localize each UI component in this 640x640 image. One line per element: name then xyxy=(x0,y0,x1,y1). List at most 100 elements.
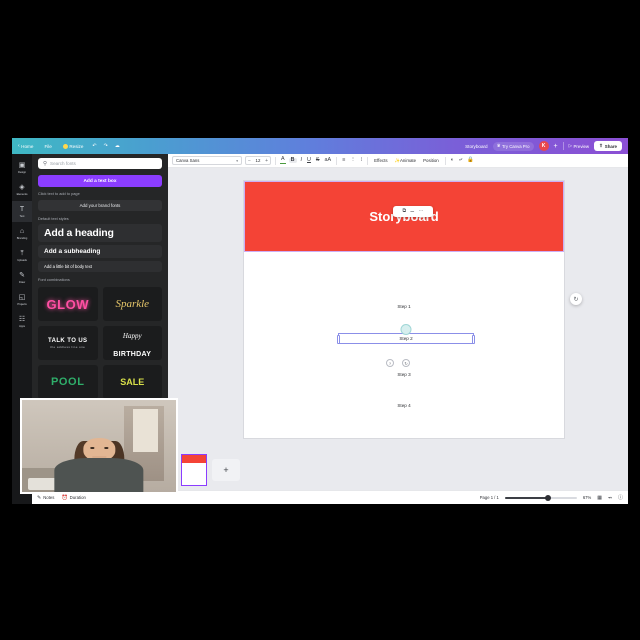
zoom-level-value: 67% xyxy=(582,495,592,500)
home-button[interactable]: ‹ Home xyxy=(16,143,35,150)
font-size-stepper[interactable]: − 12 + xyxy=(245,156,271,165)
zoom-slider-knob[interactable] xyxy=(545,494,552,501)
step-3-label[interactable]: Step 3 xyxy=(244,372,564,377)
add-page-button[interactable]: + xyxy=(212,459,240,481)
avatar[interactable]: K xyxy=(538,141,549,151)
cloud-saved-icon[interactable]: ☁ xyxy=(115,143,120,149)
font-combo-pool[interactable]: POOL xyxy=(38,365,98,399)
crown-icon: ♛ xyxy=(496,143,501,148)
strikethrough-button[interactable]: S xyxy=(315,157,321,163)
share-icon: ⇧ xyxy=(599,143,603,148)
sidebar-item-branding[interactable]: ⌂ Branding xyxy=(12,223,32,244)
sidebar-item-draw[interactable]: ✎ Draw xyxy=(12,267,32,288)
resize-button[interactable]: Resize xyxy=(61,143,86,150)
font-family-value: Canva Sans xyxy=(176,158,200,163)
more-options-icon[interactable]: ⋯ xyxy=(419,209,424,214)
combo-text: SALE xyxy=(120,377,145,387)
home-label: Home xyxy=(21,143,34,149)
projects-icon: ◱ xyxy=(18,293,26,301)
selected-text-element[interactable]: Step 2 xyxy=(337,324,475,344)
sidebar-item-label: Text xyxy=(19,213,25,218)
fullscreen-icon[interactable]: ⥇ xyxy=(608,495,612,501)
duplicate-icon[interactable]: ⧉ xyxy=(402,209,406,214)
font-combo-glow[interactable]: GLOW xyxy=(38,287,98,321)
avatar-initial: K xyxy=(541,143,546,149)
redo-icon[interactable]: ↷ xyxy=(104,143,108,149)
sidebar-item-uploads[interactable]: ⤒ Uploads xyxy=(12,245,32,266)
bold-button[interactable]: B xyxy=(288,157,297,164)
document-title[interactable]: Storyboard xyxy=(465,144,487,149)
play-icon: ▷ xyxy=(568,143,572,148)
canvas-stage[interactable]: Storyboard Step 1 ⧉ ⚊ ⋯ Step 2 ? ↻ Step … xyxy=(168,168,628,490)
sidebar-item-text[interactable]: T Text xyxy=(12,201,32,222)
help-icon[interactable]: ⓘ xyxy=(618,494,623,501)
increase-font-size-button[interactable]: + xyxy=(265,158,268,164)
combo-text: Sparkle xyxy=(115,298,150,310)
effects-button[interactable]: Effects xyxy=(372,158,389,163)
share-button[interactable]: ⇧ Share xyxy=(594,141,622,151)
font-combo-sparkle[interactable]: Sparkle xyxy=(102,287,162,321)
sidebar-item-elements[interactable]: ◈ Elements xyxy=(12,179,32,200)
webcam-overlay[interactable] xyxy=(20,398,178,494)
letter-case-icon[interactable]: aA xyxy=(324,157,333,163)
duration-button[interactable]: ⏰ Duration xyxy=(61,495,85,501)
element-context-toolbar[interactable]: ⧉ ⚊ ⋯ xyxy=(393,206,433,217)
rotate-page-handle-icon[interactable]: ↻ xyxy=(570,293,582,305)
font-size-value: 12 xyxy=(255,158,261,163)
font-combinations-grid: GLOW Sparkle TALK TO US the address line… xyxy=(38,287,162,399)
sidebar-item-label: Draw xyxy=(18,279,26,284)
sidebar-item-design[interactable]: ▣ Design xyxy=(12,157,32,178)
grid-view-icon[interactable]: ▦ xyxy=(597,495,602,501)
file-menu-button[interactable]: File xyxy=(42,143,53,150)
trash-icon[interactable]: ⚊ xyxy=(410,209,414,214)
bottom-bar-right-group: Page 1 / 1 67% ▦ ⥇ ⓘ xyxy=(480,494,623,501)
animate-button[interactable]: ✨Animate xyxy=(393,158,419,164)
transparency-icon[interactable]: ◐ xyxy=(450,157,455,163)
font-family-select[interactable]: Canva Sans ▾ xyxy=(172,156,242,165)
font-combo-talk-to-us[interactable]: TALK TO US the address line one xyxy=(38,326,98,360)
position-button[interactable]: Position xyxy=(421,158,441,163)
line-spacing-icon[interactable]: ⁞ xyxy=(360,157,364,163)
ghost-button-help[interactable]: ? xyxy=(386,359,394,367)
undo-icon[interactable]: ↶ xyxy=(92,143,96,149)
add-page-label: + xyxy=(223,465,229,475)
italic-button[interactable]: I xyxy=(300,157,304,163)
bullet-list-icon[interactable]: ⋮ xyxy=(349,157,356,163)
sidebar-item-apps[interactable]: ☷ Apps xyxy=(12,311,32,332)
combo-text: POOL xyxy=(50,376,85,388)
preview-button[interactable]: ▷ Preview xyxy=(569,143,590,149)
sidebar-item-label: Uploads xyxy=(17,257,27,262)
zoom-slider[interactable] xyxy=(504,494,577,501)
invite-members-button[interactable]: + xyxy=(554,143,558,150)
page-thumbnail-1[interactable] xyxy=(181,454,207,486)
add-brand-fonts-button[interactable]: Add your brand fonts xyxy=(38,200,162,211)
step-1-label[interactable]: Step 1 xyxy=(244,304,564,309)
copy-style-icon[interactable]: ⤶ xyxy=(458,157,463,163)
add-body-text-button[interactable]: Add a little bit of body text xyxy=(38,261,162,272)
font-combo-sale[interactable]: SALE xyxy=(102,365,162,399)
sidebar-item-projects[interactable]: ◱ Projects xyxy=(12,289,32,310)
decrease-font-size-button[interactable]: − xyxy=(248,158,251,164)
step-4-label[interactable]: Step 4 xyxy=(244,403,564,408)
animate-label: Animate xyxy=(399,157,417,163)
try-canva-pro-button[interactable]: ♛ Try Canva Pro xyxy=(492,141,534,151)
uploads-icon: ⤒ xyxy=(20,249,24,257)
search-input[interactable]: ⚲ Search fonts xyxy=(38,158,162,169)
font-combo-happy-birthday[interactable]: Happy BIRTHDAY xyxy=(102,326,162,360)
combo-block: BIRTHDAY xyxy=(113,351,152,358)
preview-label: Preview xyxy=(573,143,590,149)
zoom-slider-fill xyxy=(504,496,549,499)
text-color-icon[interactable]: A xyxy=(280,157,286,164)
design-page[interactable]: Storyboard Step 1 ⧉ ⚊ ⋯ Step 2 ? ↻ Step … xyxy=(244,181,582,438)
underline-button[interactable]: U xyxy=(306,157,312,163)
eye-left xyxy=(90,447,95,449)
ghost-button-refresh[interactable]: ↻ xyxy=(402,359,410,367)
align-icon[interactable]: ≡ xyxy=(341,157,346,163)
add-text-box-button[interactable]: Add a text box xyxy=(38,175,162,187)
combo-text: GLOW xyxy=(46,296,89,312)
lock-icon[interactable]: 🔒 xyxy=(466,157,475,163)
combo-text: TALK TO US the address line one xyxy=(48,338,87,349)
add-heading-button[interactable]: Add a heading xyxy=(38,224,162,242)
notes-button[interactable]: ✎ Notes xyxy=(37,495,54,501)
add-subheading-button[interactable]: Add a subheading xyxy=(38,245,162,258)
